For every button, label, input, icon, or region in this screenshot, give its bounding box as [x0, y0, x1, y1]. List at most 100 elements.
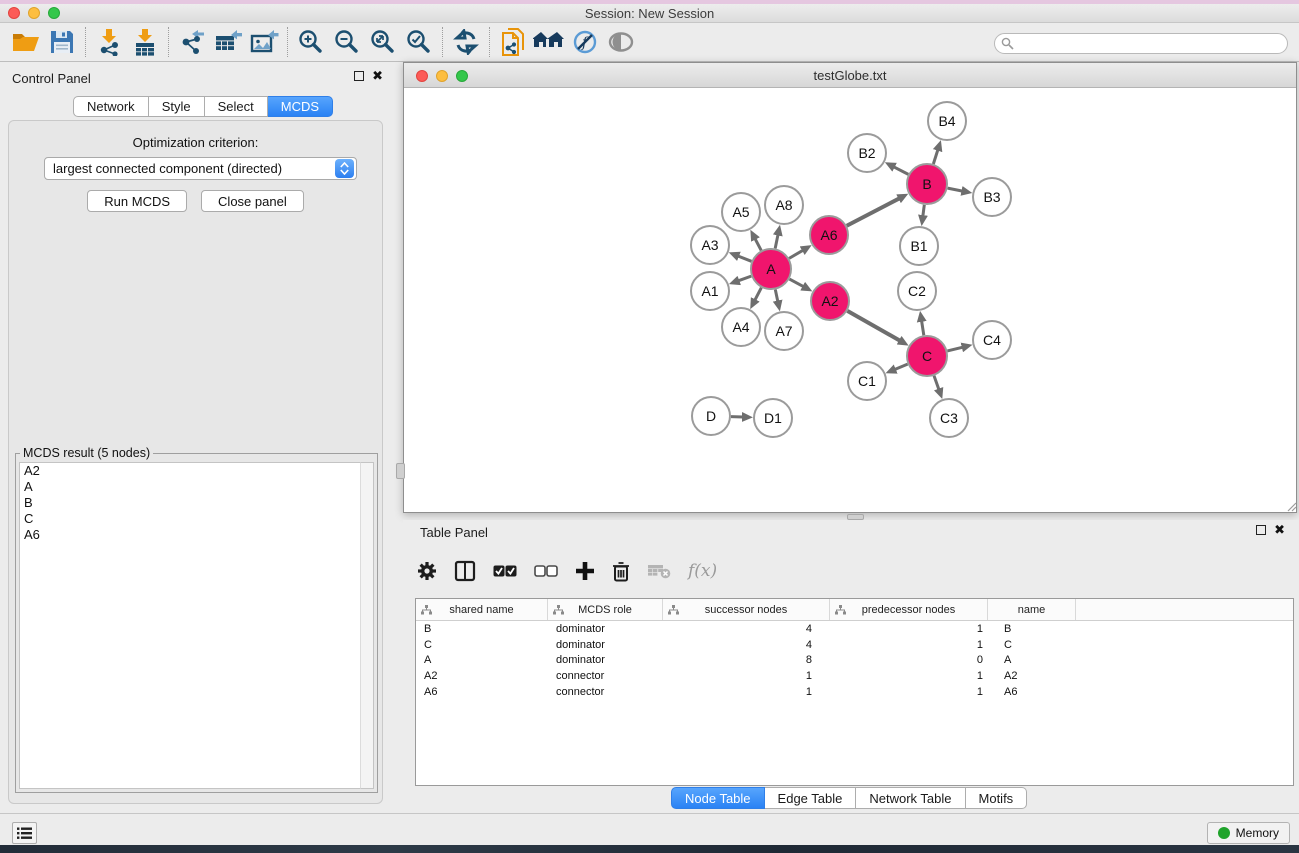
graph-edge-A6-B[interactable] [847, 198, 900, 225]
desktop-vertical-scrollbar-thumb[interactable] [396, 463, 405, 479]
gear-icon[interactable] [417, 558, 437, 584]
search-input[interactable] [994, 33, 1288, 54]
graph-node-label: A [766, 261, 776, 277]
import-table-icon[interactable] [127, 26, 163, 58]
node-table-body[interactable]: Bdominator41BCdominator41CAdominator80AA… [416, 621, 1293, 700]
mcds-result-item[interactable]: A2 [20, 463, 360, 479]
table-row[interactable]: Adominator80A [416, 653, 1293, 669]
graph-edge-A2-C[interactable] [847, 311, 900, 341]
save-icon[interactable] [44, 26, 80, 58]
close-traffic-light[interactable] [8, 7, 20, 19]
zoom-fit-icon[interactable] [365, 26, 401, 58]
minimize-traffic-light[interactable] [28, 7, 40, 19]
close-traffic-light[interactable] [416, 70, 428, 82]
session-title: Session: New Session [585, 6, 714, 21]
graph-edge-C-C1[interactable] [895, 364, 908, 369]
close-panel-icon[interactable]: ✖ [372, 71, 383, 81]
column-header-MCDS-role[interactable]: MCDS role [548, 599, 663, 620]
mcds-result-box: MCDS result (5 nodes) A2ABCA6 [15, 453, 378, 793]
table-row[interactable]: A6connector11A6 [416, 684, 1293, 700]
deselect-all-icon[interactable] [534, 558, 558, 584]
graph-edge-B-B2[interactable] [894, 167, 909, 175]
graph-edge-C-C4[interactable] [947, 347, 962, 351]
graph-edge-A-A5[interactable] [755, 239, 761, 251]
mcds-result-item[interactable]: C [20, 511, 360, 527]
tab-edge-table[interactable]: Edge Table [765, 787, 857, 809]
column-browser-icon[interactable] [454, 558, 476, 584]
graph-edge-C-C2[interactable] [922, 321, 924, 336]
import-network-icon[interactable] [91, 26, 127, 58]
graph-edge-A-A2[interactable] [789, 279, 803, 287]
table-row[interactable]: Bdominator41B [416, 621, 1293, 637]
column-header-name[interactable]: name [988, 599, 1076, 620]
graph-node-label: A7 [775, 323, 792, 339]
close-panel-icon[interactable]: ✖ [1274, 525, 1285, 535]
graph-edge-C-C3[interactable] [934, 376, 939, 390]
table-cell: C [988, 639, 1076, 651]
mcds-result-list[interactable]: A2ABCA6 [19, 462, 360, 789]
close-panel-button[interactable]: Close panel [201, 190, 304, 212]
graph-edge-A-A8[interactable] [775, 234, 778, 248]
network-canvas[interactable]: B4B2BB3A8A5A6A3B1AA1C2A2A4A7C4CC1C3DD1 [404, 88, 1296, 512]
graph-edge-B-B1[interactable] [923, 205, 924, 216]
column-header-shared-name[interactable]: shared name [416, 599, 548, 620]
zoom-selected-icon[interactable] [401, 26, 437, 58]
graph-edge-A-A4[interactable] [755, 288, 762, 301]
tab-motifs[interactable]: Motifs [966, 787, 1028, 809]
column-header-successor-nodes[interactable]: successor nodes [663, 599, 830, 620]
tab-network[interactable]: Network [73, 96, 149, 117]
select-all-icon[interactable] [493, 558, 517, 584]
mcds-result-scrollbar[interactable] [360, 462, 374, 789]
column-header-predecessor-nodes[interactable]: predecessor nodes [830, 599, 988, 620]
mcds-result-title: MCDS result (5 nodes) [20, 446, 153, 460]
memory-button[interactable]: Memory [1207, 822, 1290, 844]
float-panel-icon[interactable] [1256, 525, 1266, 535]
export-network-icon[interactable] [174, 26, 210, 58]
network-graph[interactable]: B4B2BB3A8A5A6A3B1AA1C2A2A4A7C4CC1C3DD1 [404, 88, 1296, 512]
mcds-result-item[interactable]: A [20, 479, 360, 495]
delete-column-icon[interactable] [612, 558, 630, 584]
refresh-icon[interactable] [448, 26, 484, 58]
task-history-button[interactable] [12, 822, 37, 844]
optimization-criterion-label: Optimization criterion: [9, 135, 382, 150]
home-icon[interactable] [531, 26, 567, 58]
node-table-header[interactable]: shared nameMCDS rolesuccessor nodesprede… [416, 599, 1293, 621]
open-folder-icon[interactable] [8, 26, 44, 58]
tab-mcds[interactable]: MCDS [268, 96, 333, 117]
zoom-traffic-light[interactable] [456, 70, 468, 82]
tab-style[interactable]: Style [149, 96, 205, 117]
tab-select[interactable]: Select [205, 96, 268, 117]
graph-edge-B-B3[interactable] [948, 188, 963, 191]
mcds-result-item[interactable]: B [20, 495, 360, 511]
hide-details-icon[interactable]: f [567, 26, 603, 58]
add-column-icon[interactable] [575, 558, 595, 584]
float-panel-icon[interactable] [354, 71, 364, 81]
search-field[interactable] [994, 33, 1288, 54]
network-window-controls[interactable] [416, 70, 468, 82]
minimize-traffic-light[interactable] [436, 70, 448, 82]
run-mcds-button[interactable]: Run MCDS [87, 190, 187, 212]
tab-node-table[interactable]: Node Table [671, 787, 765, 809]
eye-icon[interactable] [603, 26, 639, 58]
tab-network-table[interactable]: Network Table [856, 787, 965, 809]
export-table-icon[interactable] [210, 26, 246, 58]
table-row[interactable]: Cdominator41C [416, 637, 1293, 653]
zoom-in-icon[interactable] [293, 26, 329, 58]
graph-edge-A-A1[interactable] [738, 276, 751, 281]
export-image-icon[interactable] [246, 26, 282, 58]
criterion-select[interactable]: largest connected component (directed) [44, 157, 357, 180]
status-bar: Memory [0, 813, 1299, 845]
graph-edge-A-A7[interactable] [775, 290, 778, 302]
network-window-titlebar[interactable]: testGlobe.txt [404, 63, 1296, 88]
window-resize-handle[interactable] [1287, 502, 1297, 512]
graph-edge-A-A3[interactable] [738, 256, 752, 261]
graph-edge-A-A6[interactable] [789, 250, 803, 258]
zoom-out-icon[interactable] [329, 26, 365, 58]
graph-edge-B-B4[interactable] [933, 150, 938, 164]
zoom-traffic-light[interactable] [48, 7, 60, 19]
table-row[interactable]: A2connector11A2 [416, 668, 1293, 684]
toolbar-separator [168, 27, 169, 57]
mcds-result-item[interactable]: A6 [20, 527, 360, 543]
network-document-icon[interactable] [495, 26, 531, 58]
window-controls[interactable] [8, 7, 60, 19]
